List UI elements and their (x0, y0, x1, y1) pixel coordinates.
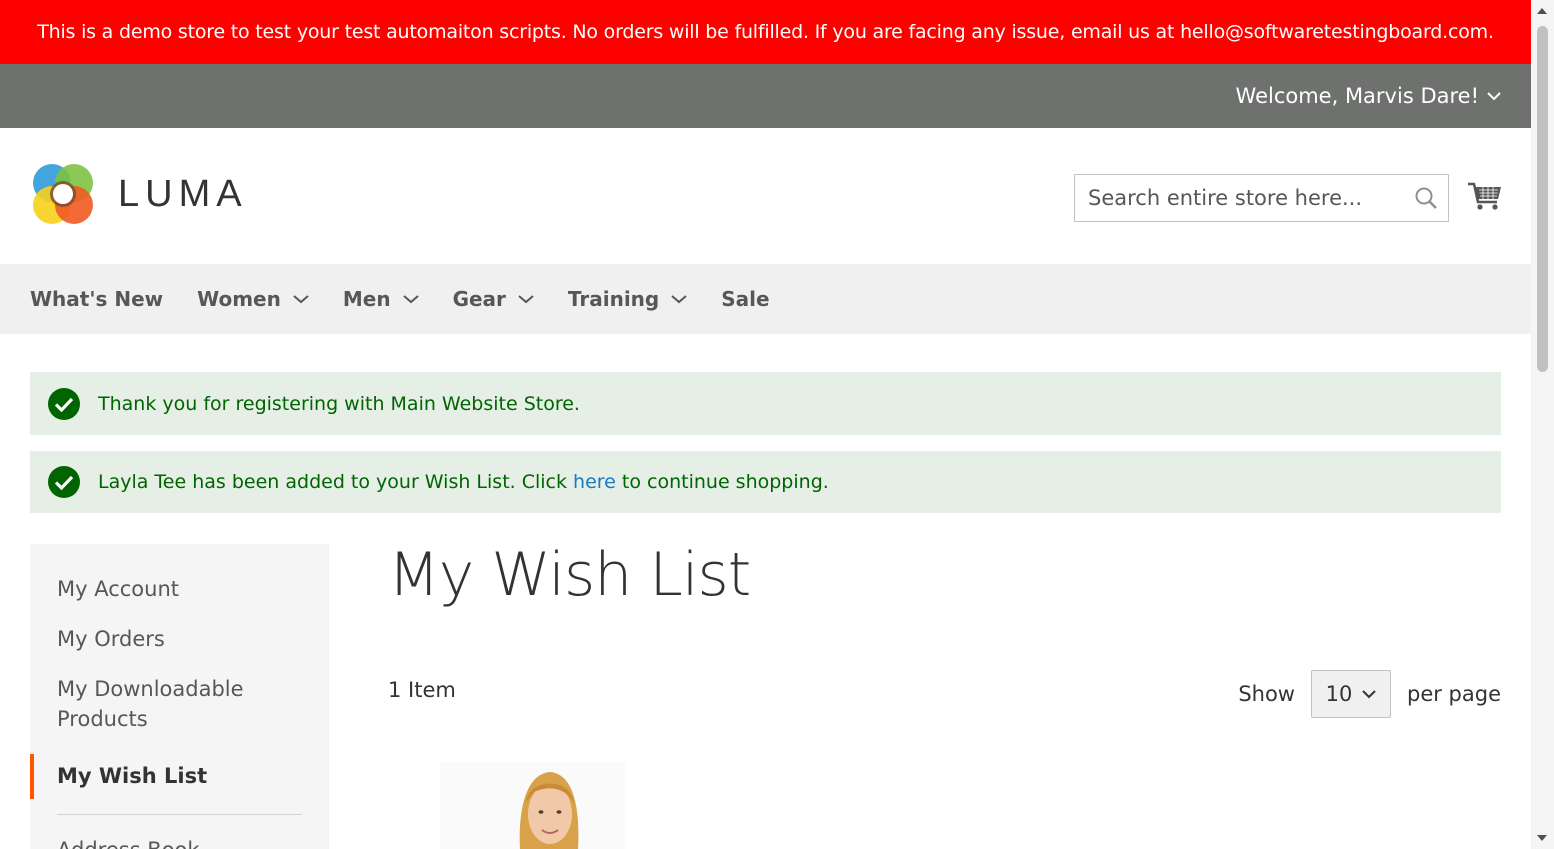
site-header: LUMA (0, 128, 1531, 264)
chevron-down-icon (671, 295, 687, 304)
wishlist-message-prefix: Layla Tee has been added to your Wish Li… (98, 471, 574, 493)
sidebar-item-my-wish-list: My Wish List (30, 754, 329, 799)
continue-shopping-link[interactable]: here (573, 471, 616, 493)
page-scrollbar[interactable] (1531, 0, 1554, 849)
nav-item-label: Gear (452, 287, 506, 311)
limiter-per-page-label: per page (1406, 682, 1501, 706)
scrollbar-thumb[interactable] (1537, 26, 1548, 372)
nav-item-gear[interactable]: Gear (453, 287, 534, 311)
nav-item-label: Men (342, 287, 391, 311)
nav-item-label: Women (197, 287, 281, 311)
luma-logo-icon (33, 164, 93, 224)
nav-item-sale[interactable]: Sale (721, 287, 769, 311)
sidebar-divider (57, 814, 302, 815)
chevron-down-icon (1362, 690, 1377, 699)
nav-item-whats-new[interactable]: What's New (30, 287, 163, 311)
nav-item-women[interactable]: Women (197, 287, 309, 311)
nav-item-label: Sale (721, 287, 770, 311)
luma-logo[interactable]: LUMA (30, 161, 248, 227)
wishlist-message-suffix: to continue shopping. (615, 471, 829, 493)
account-sidebar: My Account My Orders My Downloadable Pro… (30, 544, 329, 849)
sidebar-item-my-account[interactable]: My Account (30, 574, 329, 604)
success-message-text: Layla Tee has been added to your Wish Li… (98, 471, 829, 493)
scroll-down-arrow-icon[interactable] (1537, 835, 1547, 841)
nav-item-men[interactable]: Men (343, 287, 419, 311)
chevron-down-icon (1487, 92, 1501, 101)
nav-item-label: Training (567, 287, 660, 311)
per-page-limiter: Show 10 per page (1238, 670, 1501, 718)
welcome-text: Welcome, Marvis Dare! (1235, 84, 1479, 108)
per-page-select[interactable]: 10 (1310, 670, 1391, 718)
sidebar-item-my-orders[interactable]: My Orders (30, 624, 329, 654)
nav-item-training[interactable]: Training (568, 287, 687, 311)
customer-welcome-menu[interactable]: Welcome, Marvis Dare! (1236, 64, 1501, 128)
per-page-value: 10 (1325, 682, 1353, 706)
product-photo (440, 762, 625, 849)
top-bar: Welcome, Marvis Dare! (0, 64, 1531, 128)
limiter-show-label: Show (1238, 682, 1295, 706)
chevron-down-icon (293, 295, 309, 304)
chevron-down-icon (402, 295, 419, 304)
product-image[interactable] (440, 762, 625, 849)
logo-text: LUMA (118, 172, 248, 215)
shopping-cart-icon[interactable] (1467, 178, 1503, 214)
checkmark-icon (48, 387, 80, 420)
demo-banner-text: This is a demo store to test your test a… (37, 21, 1494, 43)
success-message-text: Thank you for registering with Main Webs… (98, 392, 580, 415)
scroll-up-arrow-icon[interactable] (1537, 8, 1547, 14)
sidebar-item-address-book[interactable]: Address Book (30, 835, 329, 849)
search-input[interactable] (1075, 175, 1404, 221)
page-title: My Wish List (388, 540, 751, 610)
main-navigation: What's New Women Men Gear Training Sale (0, 264, 1531, 334)
nav-item-label: What's New (30, 287, 164, 311)
toolbar-item-count: 1 Item (388, 678, 456, 702)
success-message-wishlist: Layla Tee has been added to your Wish Li… (30, 451, 1501, 513)
success-message-registration: Thank you for registering with Main Webs… (30, 372, 1501, 435)
checkmark-icon (48, 466, 80, 498)
search-icon[interactable] (1404, 176, 1448, 220)
sidebar-item-my-downloadable-products[interactable]: My Downloadable Products (30, 674, 329, 734)
chevron-down-icon (518, 295, 534, 304)
search-box (1074, 174, 1449, 222)
demo-store-banner: This is a demo store to test your test a… (0, 0, 1531, 64)
